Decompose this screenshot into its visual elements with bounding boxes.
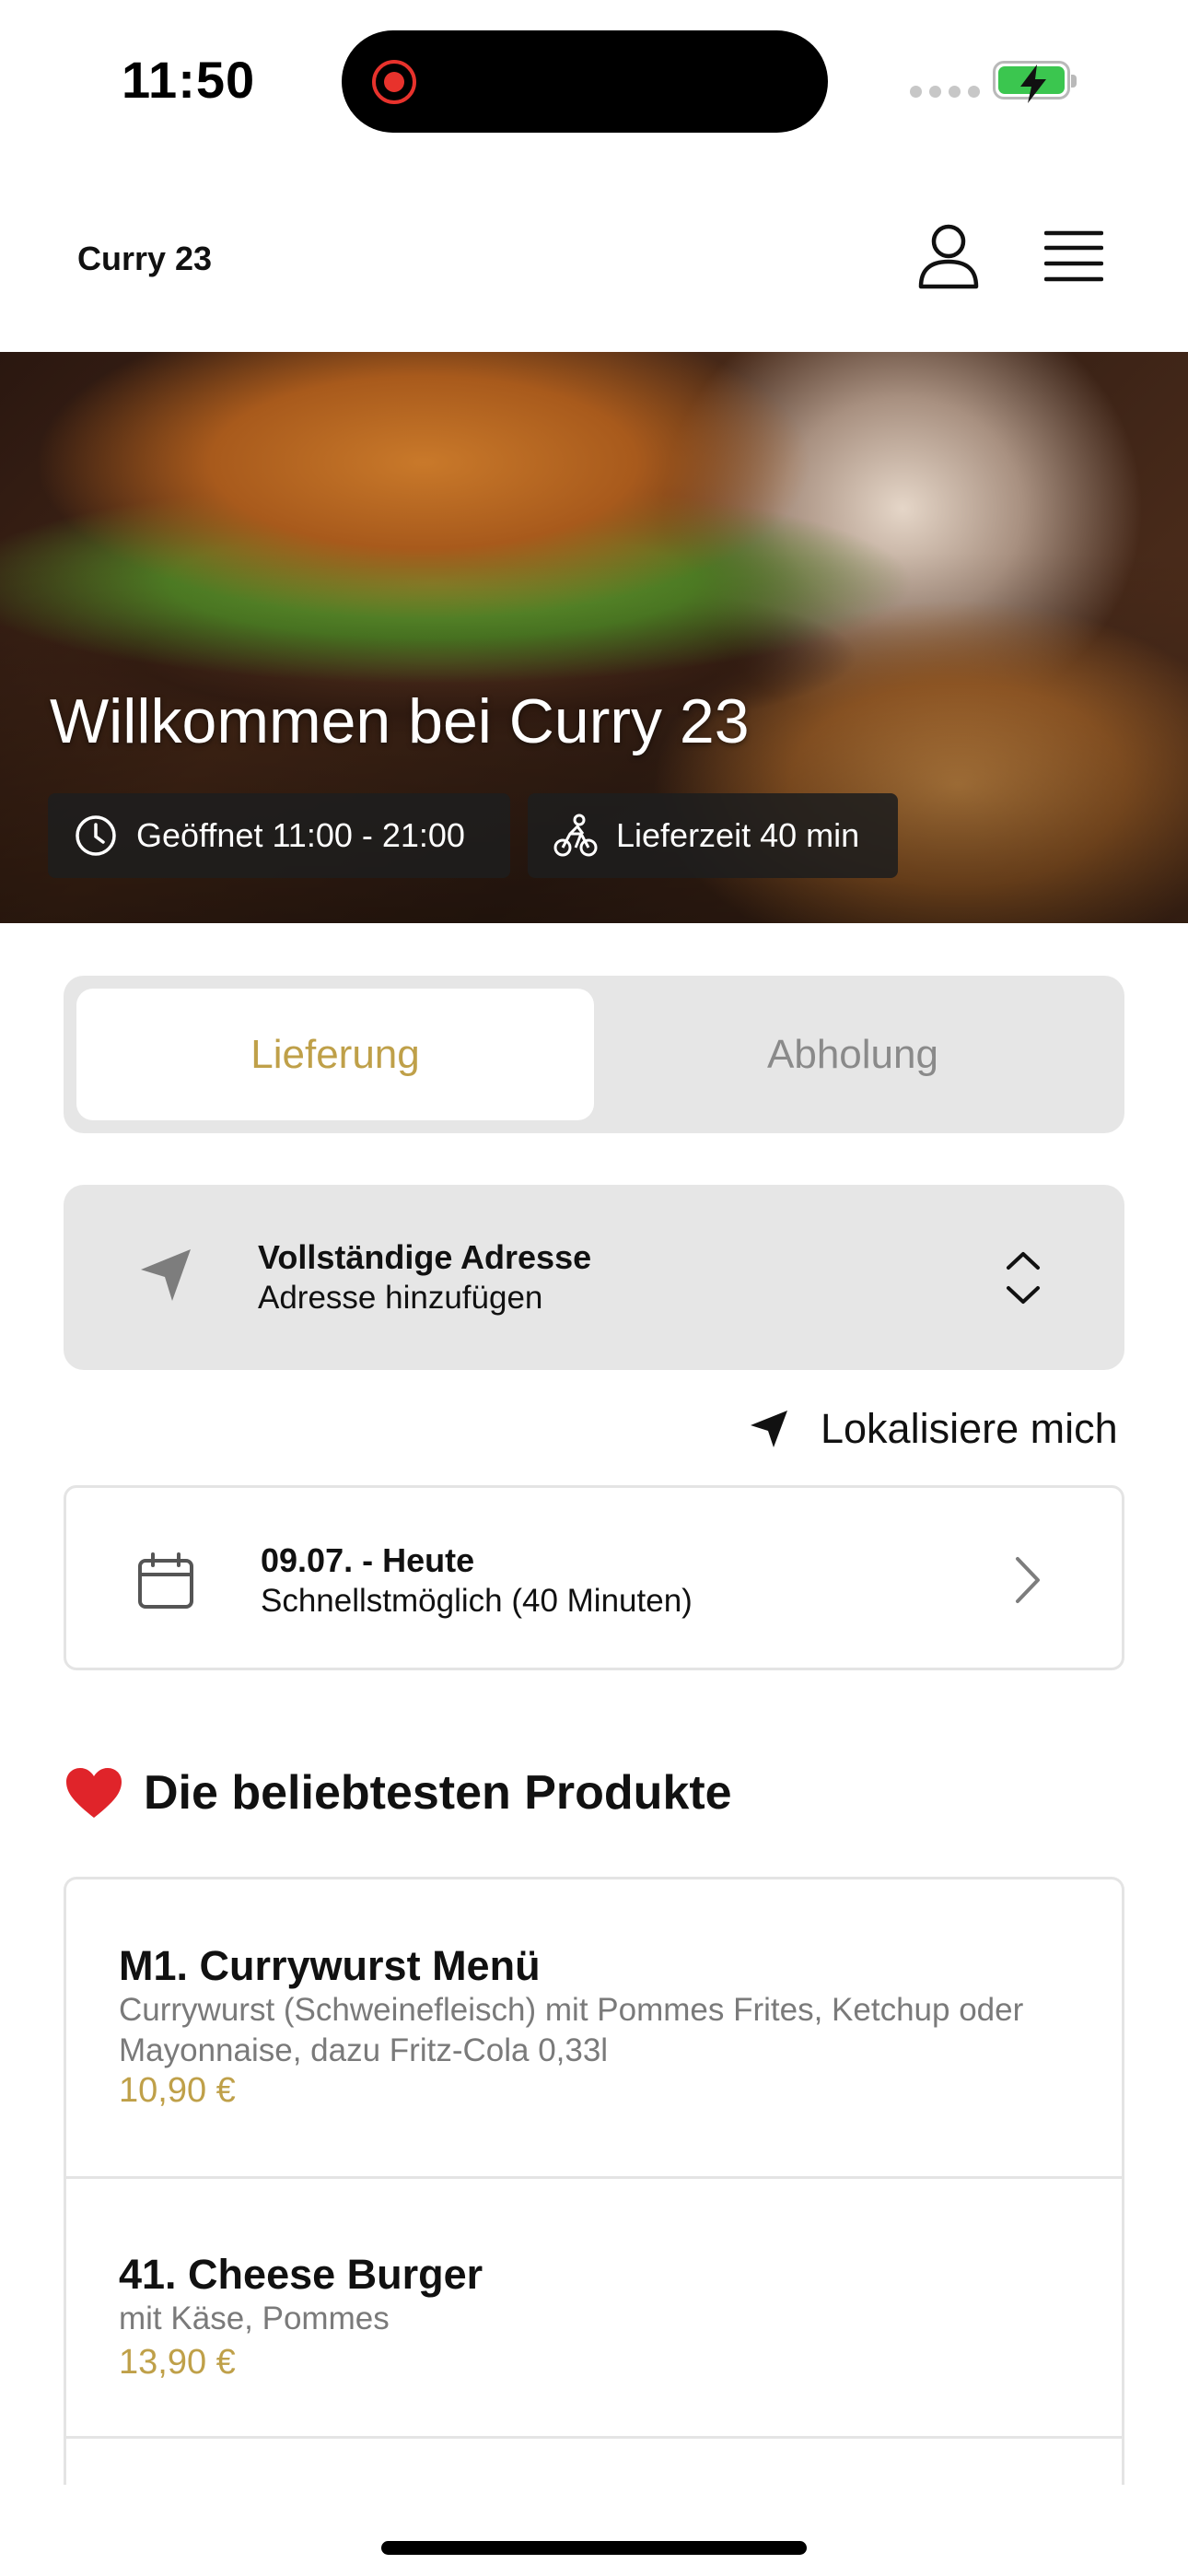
locate-me-label: Lokalisiere mich: [821, 1405, 1118, 1452]
address-subtitle: Adresse hinzufügen: [258, 1280, 543, 1316]
status-time: 11:50: [122, 51, 256, 109]
user-account-icon[interactable]: [916, 223, 981, 289]
chevron-up-down-icon: [1007, 1252, 1040, 1304]
tab-delivery[interactable]: Lieferung: [76, 989, 594, 1120]
popular-products-list: M1. Currywurst Menü Currywurst (Schweine…: [64, 1877, 1124, 2485]
opening-hours-text: Geöffnet 11:00 - 21:00: [136, 816, 465, 854]
hero-banner: Willkommen bei Curry 23 Geöffnet 11:00 -…: [0, 352, 1188, 923]
battery-icon: [993, 61, 1077, 103]
popular-products-title: Die beliebtesten Produkte: [144, 1766, 732, 1820]
product-name: 41. Cheese Burger: [119, 2251, 483, 2298]
hamburger-menu-icon[interactable]: [1043, 230, 1104, 282]
product-item[interactable]: M1. Currywurst Menü Currywurst (Schweine…: [66, 1879, 1122, 2179]
product-item[interactable]: 41. Cheese Burger mit Käse, Pommes 13,90…: [66, 2179, 1122, 2439]
calendar-icon: [138, 1552, 193, 1609]
product-description: mit Käse, Pommes: [119, 2301, 390, 2336]
bicycle-courier-icon: [553, 814, 598, 857]
address-title: Vollständige Adresse: [258, 1238, 592, 1276]
brand-title[interactable]: Curry 23: [77, 240, 212, 278]
delivery-time-text: Lieferzeit 40 min: [616, 816, 860, 854]
product-price: 13,90 €: [119, 2343, 236, 2382]
location-arrow-icon: [141, 1249, 191, 1301]
selected-date: 09.07. - Heute: [261, 1541, 475, 1579]
status-bar: 11:50: [0, 0, 1188, 157]
recording-indicator-icon: [372, 60, 416, 104]
hero-title: Willkommen bei Curry 23: [50, 686, 750, 756]
dynamic-island: [342, 30, 828, 133]
clock-icon: [76, 815, 116, 856]
location-arrow-icon: [751, 1411, 787, 1447]
product-name: M1. Currywurst Menü: [119, 1942, 541, 1989]
delivery-mode-toggle: Lieferung Abholung: [64, 976, 1124, 1133]
opening-hours-badge: Geöffnet 11:00 - 21:00: [48, 793, 510, 878]
app-header: Curry 23: [0, 157, 1188, 352]
heart-icon: [66, 1768, 122, 1818]
popular-products-heading: Die beliebtesten Produkte: [64, 1765, 732, 1821]
signal-icon: [910, 86, 980, 98]
tab-pickup[interactable]: Abholung: [594, 989, 1112, 1120]
delivery-time-badge: Lieferzeit 40 min: [528, 793, 898, 878]
locate-me-link[interactable]: Lokalisiere mich: [749, 1401, 1118, 1457]
chevron-right-icon: [1016, 1557, 1040, 1603]
selected-time: Schnellstmöglich (40 Minuten): [261, 1583, 693, 1619]
product-price: 10,90 €: [119, 2071, 236, 2110]
address-selector[interactable]: Vollständige Adresse Adresse hinzufügen: [64, 1185, 1124, 1370]
delivery-time-selector[interactable]: 09.07. - Heute Schnellstmöglich (40 Minu…: [64, 1485, 1124, 1670]
home-indicator[interactable]: [381, 2541, 807, 2555]
product-description: Currywurst (Schweinefleisch) mit Pommes …: [119, 1992, 1024, 2068]
